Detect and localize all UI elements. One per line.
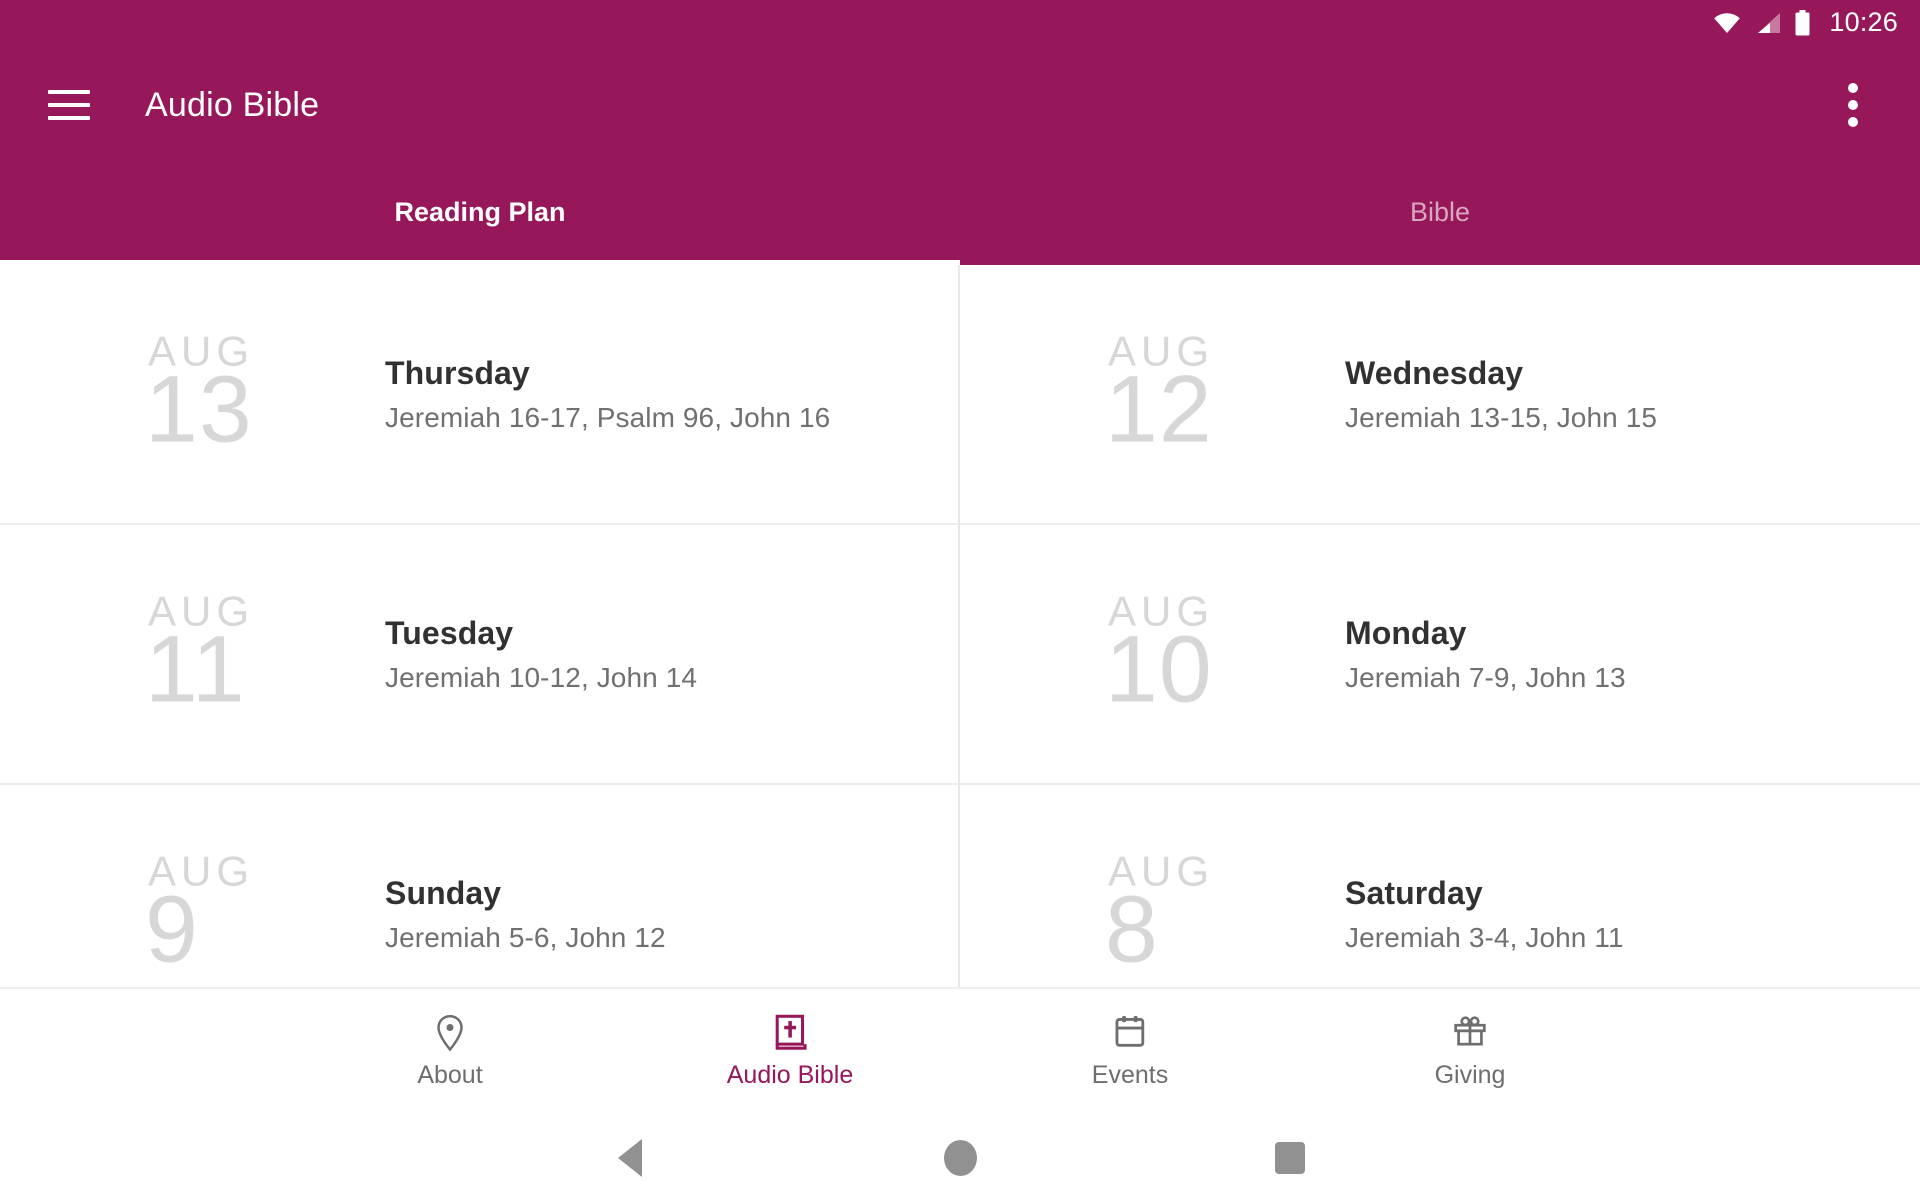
reading-plan-card[interactable]: AUG 12 Wednesday Jeremiah 13-15, John 15: [960, 265, 1920, 525]
card-weekday: Thursday: [385, 354, 530, 391]
system-nav-back-button[interactable]: [465, 1138, 795, 1177]
card-date: AUG 8: [1105, 847, 1305, 983]
bible-book-icon: [774, 1014, 807, 1052]
card-date: AUG 13: [145, 327, 345, 463]
card-date-month: AUG: [1108, 587, 1215, 635]
card-date-month: AUG: [148, 847, 255, 895]
card-date: AUG 11: [145, 587, 345, 723]
card-weekday: Tuesday: [385, 614, 514, 651]
android-status-bar: 10:26: [0, 0, 1920, 45]
tab-reading-plan-label: Reading Plan: [394, 196, 566, 227]
tab-bar: Reading Plan Bible: [0, 165, 1920, 265]
reading-plan-column-right: AUG 12 Wednesday Jeremiah 13-15, John 15…: [960, 265, 1920, 987]
overflow-menu-icon[interactable]: [1834, 73, 1872, 137]
bottom-nav-item-events[interactable]: Events: [960, 1014, 1300, 1090]
card-passages: Jeremiah 10-12, John 14: [385, 661, 698, 693]
cellular-signal-icon: [1754, 11, 1782, 35]
card-body: Monday Jeremiah 7-9, John 13: [1345, 615, 1626, 694]
recents-square-icon: [1275, 1141, 1305, 1174]
card-date-day: 8: [1105, 876, 1159, 983]
back-triangle-icon: [618, 1138, 642, 1177]
card-date-day: 13: [145, 356, 253, 463]
card-date-month: AUG: [1108, 327, 1215, 375]
bottom-nav-label-giving: Giving: [1434, 1061, 1506, 1089]
bottom-nav-item-about[interactable]: About: [280, 1014, 620, 1090]
card-passages: Jeremiah 7-9, John 13: [1345, 661, 1626, 693]
card-body: Sunday Jeremiah 5-6, John 12: [385, 875, 666, 954]
battery-icon: [1794, 9, 1811, 36]
reading-plan-list: AUG 13 Thursday Jeremiah 16-17, Psalm 96…: [0, 265, 1920, 987]
hamburger-menu-icon[interactable]: [48, 90, 90, 120]
bottom-nav-label-audio-bible: Audio Bible: [726, 1061, 854, 1089]
card-body: Thursday Jeremiah 16-17, Psalm 96, John …: [385, 355, 830, 434]
card-weekday: Monday: [1345, 614, 1467, 651]
tab-bible[interactable]: Bible: [960, 165, 1920, 265]
system-nav-home-button[interactable]: [795, 1139, 1125, 1176]
card-date: AUG 10: [1105, 587, 1305, 723]
reading-plan-card[interactable]: AUG 9 Sunday Jeremiah 5-6, John 12: [0, 785, 958, 987]
reading-plan-card[interactable]: AUG 11 Tuesday Jeremiah 10-12, John 14: [0, 525, 958, 785]
app-toolbar: Audio Bible: [0, 45, 1920, 165]
reading-plan-card[interactable]: AUG 13 Thursday Jeremiah 16-17, Psalm 96…: [0, 265, 958, 525]
card-weekday: Wednesday: [1345, 354, 1524, 391]
card-weekday: Sunday: [385, 874, 502, 911]
tab-reading-plan[interactable]: Reading Plan: [0, 165, 960, 265]
bottom-nav-item-audio-bible[interactable]: Audio Bible: [620, 1014, 960, 1090]
card-weekday: Saturday: [1345, 874, 1483, 911]
bottom-nav-label-about: About: [417, 1061, 483, 1089]
card-passages: Jeremiah 3-4, John 11: [1345, 921, 1624, 953]
card-body: Saturday Jeremiah 3-4, John 11: [1345, 875, 1624, 954]
card-date-month: AUG: [148, 327, 255, 375]
wifi-icon: [1712, 11, 1742, 35]
card-date: AUG 12: [1105, 327, 1305, 463]
gift-icon: [1453, 1014, 1487, 1052]
card-passages: Jeremiah 13-15, John 15: [1345, 401, 1658, 433]
reading-plan-card[interactable]: AUG 10 Monday Jeremiah 7-9, John 13: [960, 525, 1920, 785]
tab-bible-label: Bible: [1409, 196, 1471, 227]
bottom-nav-label-events: Events: [1091, 1061, 1169, 1089]
home-circle-icon: [943, 1139, 977, 1176]
card-date-month: AUG: [148, 587, 255, 635]
status-bar-clock: 10:26: [1829, 7, 1898, 37]
card-date-day: 12: [1105, 356, 1213, 463]
bottom-navigation-bar: About Audio Bible Events Giving: [0, 987, 1920, 1115]
page-title: Audio Bible: [145, 85, 320, 124]
bottom-nav-item-giving[interactable]: Giving: [1300, 1014, 1640, 1090]
card-date-day: 9: [145, 876, 199, 983]
card-date-day: 10: [1105, 616, 1213, 723]
card-passages: Jeremiah 16-17, Psalm 96, John 16: [385, 401, 831, 433]
card-date: AUG 9: [145, 847, 345, 983]
card-body: Tuesday Jeremiah 10-12, John 14: [385, 615, 697, 694]
card-date-day: 11: [145, 616, 246, 723]
card-passages: Jeremiah 5-6, John 12: [385, 921, 666, 953]
card-body: Wednesday Jeremiah 13-15, John 15: [1345, 355, 1657, 434]
android-system-navigation-bar: [0, 1115, 1920, 1200]
location-pin-icon: [435, 1014, 465, 1052]
system-nav-recents-button[interactable]: [1125, 1141, 1455, 1174]
card-date-month: AUG: [1108, 847, 1215, 895]
calendar-icon: [1114, 1014, 1146, 1052]
reading-plan-card[interactable]: AUG 8 Saturday Jeremiah 3-4, John 11: [960, 785, 1920, 987]
app-root: 10:26 Audio Bible Reading Plan Bible AUG…: [0, 0, 1920, 1200]
reading-plan-column-left: AUG 13 Thursday Jeremiah 16-17, Psalm 96…: [0, 265, 960, 987]
